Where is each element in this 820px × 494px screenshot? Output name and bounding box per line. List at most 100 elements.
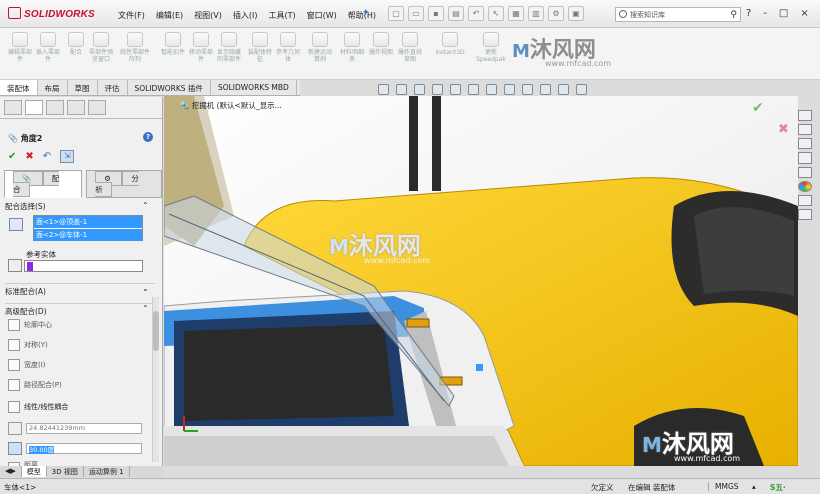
app-logo[interactable]: SOLIDWORKS <box>8 7 95 20</box>
section-view-icon[interactable] <box>432 84 443 95</box>
file-explorer-icon[interactable] <box>798 152 812 164</box>
save-icon[interactable]: ▪ <box>428 6 444 21</box>
assembly-features-button[interactable]: 装配体特征 <box>248 32 272 63</box>
angle-field[interactable]: 30.00度 <box>26 443 142 454</box>
component-preview-button[interactable]: 零部件预览窗口 <box>89 32 113 63</box>
smart-fasteners-button[interactable]: 智能扣件 <box>161 32 185 56</box>
menu-insert[interactable]: 插入(I) <box>233 10 258 21</box>
home-icon[interactable] <box>798 110 812 122</box>
rebuild-icon[interactable]: ▦ <box>508 6 524 21</box>
display-style-icon[interactable] <box>486 84 497 95</box>
reference-geometry-button[interactable]: 参考几何体 <box>276 32 300 63</box>
units-dropdown-icon[interactable]: ▴ <box>752 482 756 491</box>
configuration-tab-icon[interactable] <box>46 100 64 115</box>
minimize-button[interactable]: - <box>763 8 767 19</box>
undo-icon[interactable]: ↶ <box>468 6 484 21</box>
profile-center-option[interactable]: 轮廓中心 <box>8 319 52 331</box>
appearances-icon[interactable] <box>798 180 812 192</box>
close-button[interactable]: × <box>800 8 808 19</box>
tab-analysis[interactable]: ⚙ 分析 <box>86 170 162 198</box>
print-icon[interactable]: ▤ <box>448 6 464 21</box>
select-icon[interactable]: ↖ <box>488 6 504 21</box>
property-manager-tab-icon[interactable] <box>25 100 43 115</box>
custom-properties-icon[interactable] <box>798 194 812 206</box>
menu-window[interactable]: 窗口(W) <box>307 10 337 21</box>
distance-field[interactable]: 24.82441239mm <box>26 423 142 434</box>
view-icon[interactable]: ▣ <box>568 6 584 21</box>
pin-icon[interactable]: ✦ <box>362 8 370 18</box>
confirm-corner-cancel[interactable]: ✖ <box>778 122 789 137</box>
tab-layout[interactable]: 布局 <box>38 80 68 95</box>
tab-model[interactable]: 模型 <box>21 466 47 477</box>
update-speedpak-button[interactable]: 更新Speedpak <box>474 32 508 63</box>
bill-of-materials-button[interactable]: 材料明细表 <box>340 32 364 63</box>
tab-motion-study[interactable]: 运动算例 1 <box>84 466 130 477</box>
help-button[interactable]: ? <box>746 8 751 19</box>
ok-button[interactable]: ✔ <box>8 151 16 162</box>
zoom-area-icon[interactable] <box>396 84 407 95</box>
mate-button[interactable]: 配合 <box>64 32 88 56</box>
tab-mbd[interactable]: SOLIDWORKS MBD <box>211 80 297 95</box>
tab-mates[interactable]: 📎 配合 <box>4 170 83 198</box>
width-option[interactable]: 宽度(I) <box>8 359 46 371</box>
symmetric-option[interactable]: 对称(Y) <box>8 339 48 351</box>
view-orientation-icon[interactable] <box>468 84 479 95</box>
advanced-mates-header[interactable]: 高级配合(D) ⌃ <box>5 303 155 317</box>
move-component-button[interactable]: 移动零部件 <box>189 32 213 63</box>
open-icon[interactable]: ▭ <box>408 6 424 21</box>
apply-scene-icon[interactable] <box>540 84 551 95</box>
menu-view[interactable]: 视图(V) <box>194 10 222 21</box>
options-icon[interactable]: ⚙ <box>548 6 564 21</box>
dynamic-annotation-icon[interactable] <box>450 84 461 95</box>
display-pane-icon[interactable] <box>576 84 587 95</box>
ime-icon[interactable]: S五· <box>770 482 786 493</box>
design-library-icon[interactable] <box>798 138 812 150</box>
dimxpert-tab-icon[interactable] <box>67 100 85 115</box>
search-icon[interactable]: ⚲ <box>730 10 737 20</box>
resources-icon[interactable] <box>798 124 812 136</box>
panel-scrollbar[interactable] <box>152 297 159 462</box>
explode-line-sketch-button[interactable]: 爆炸直线草图 <box>398 32 422 63</box>
display-manager-tab-icon[interactable] <box>88 100 106 115</box>
new-motion-study-button[interactable]: 新建运动算例 <box>308 32 332 63</box>
status-units[interactable]: MMGS <box>708 482 739 491</box>
cancel-button[interactable]: ✖ <box>25 151 33 162</box>
undo-mate-icon[interactable]: ↶ <box>43 151 51 162</box>
tab-addins[interactable]: SOLIDWORKS 插件 <box>128 80 211 95</box>
menu-file[interactable]: 文件(F) <box>118 10 145 21</box>
menu-edit[interactable]: 编辑(E) <box>156 10 183 21</box>
instant3d-button[interactable]: Instant3D <box>432 32 468 56</box>
linear-pattern-button[interactable]: 线性零部件阵列 <box>120 32 150 63</box>
feature-tree-flyout[interactable]: 🔩 挖掘机 (默认<默认_显示... <box>180 100 282 111</box>
maximize-button[interactable]: □ <box>779 8 788 19</box>
feature-tree-tab-icon[interactable] <box>4 100 22 115</box>
previous-view-icon[interactable] <box>414 84 425 95</box>
zoom-to-fit-icon[interactable] <box>378 84 389 95</box>
linear-coupler-option[interactable]: 线性/线性耦合 <box>8 401 68 413</box>
path-mate-option[interactable]: 路径配合(P) <box>8 379 62 391</box>
edit-appearance-icon[interactable] <box>522 84 533 95</box>
graphics-area[interactable]: 🔩 挖掘机 (默认<默认_显示... ✔ ✖ M沐风网 www.mfcad.co… <box>164 96 798 466</box>
standard-mates-header[interactable]: 标准配合(A) ⌄ <box>5 283 155 297</box>
menu-tools[interactable]: 工具(T) <box>268 10 295 21</box>
view-settings-icon[interactable] <box>558 84 569 95</box>
tab-3d-views[interactable]: 3D 视图 <box>47 466 84 477</box>
insert-component-button[interactable]: 插入零部件 <box>36 32 60 63</box>
reference-entity-field[interactable] <box>24 260 143 272</box>
search-input[interactable]: 搜索知识库 ⚲ <box>615 7 741 22</box>
mate-selection-header[interactable]: 配合选择(S) ⌃ <box>5 201 149 212</box>
list-item[interactable]: 面<2>@车体-1 <box>34 229 142 241</box>
tab-nav-arrows[interactable]: ◀▶ <box>0 466 22 477</box>
file-properties-icon[interactable]: ▥ <box>528 6 544 21</box>
edit-component-button[interactable]: 编辑零部件 <box>8 32 32 63</box>
pushpin-button[interactable]: ⇲ <box>60 150 75 163</box>
list-item[interactable]: 面<1>@顶盖-1 <box>34 216 142 228</box>
forum-icon[interactable] <box>798 208 812 220</box>
new-icon[interactable]: ▢ <box>388 6 404 21</box>
exploded-view-button[interactable]: 爆炸视图 <box>369 32 393 56</box>
hide-show-items-icon[interactable] <box>504 84 515 95</box>
tab-evaluate[interactable]: 评估 <box>98 80 128 95</box>
mate-selections-list[interactable]: 面<1>@顶盖-1 面<2>@车体-1 <box>33 215 143 241</box>
help-icon[interactable]: ? <box>143 132 153 142</box>
view-palette-icon[interactable] <box>798 166 812 178</box>
